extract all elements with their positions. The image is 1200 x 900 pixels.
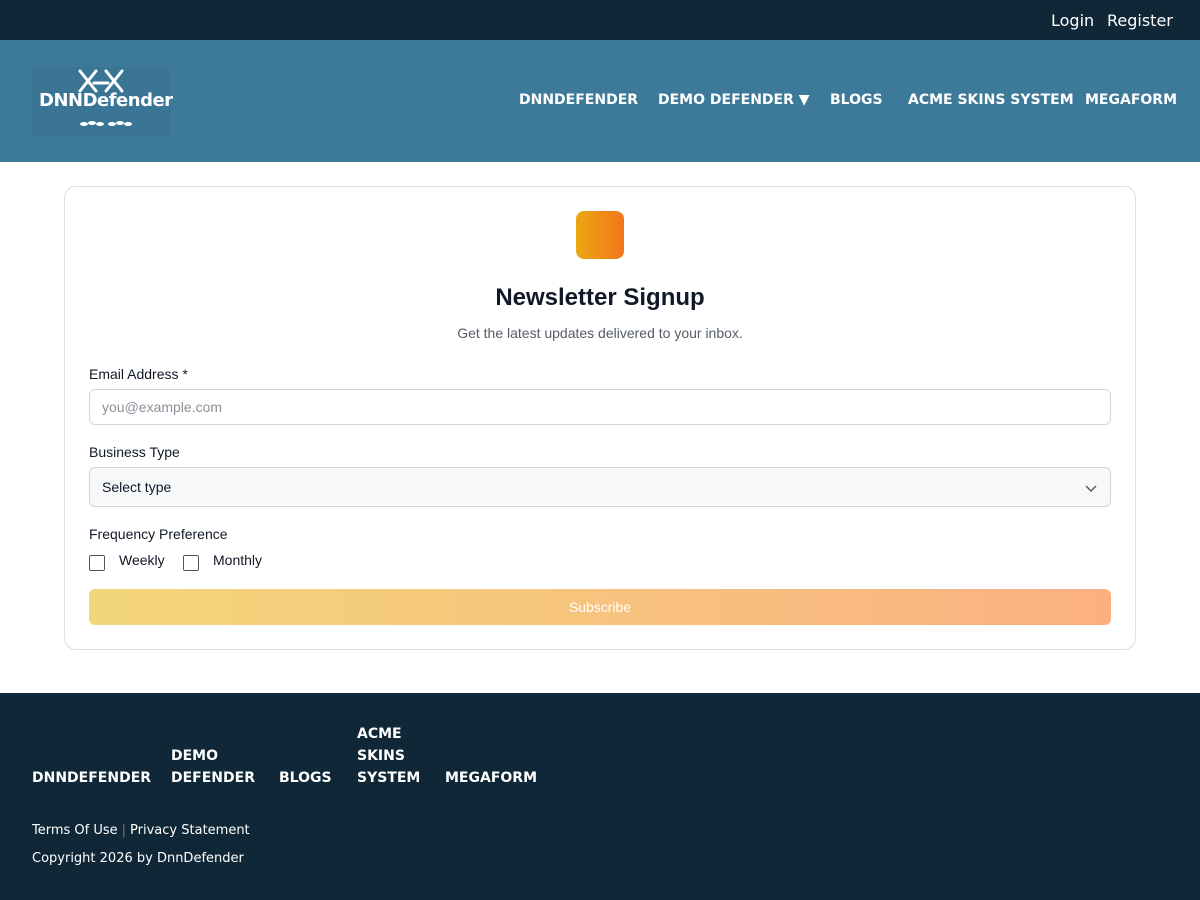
nav-demo-defender[interactable]: DEMO DEFENDER ▼ <box>658 92 810 108</box>
business-type-select[interactable]: Select type <box>89 467 1111 507</box>
frequency-label: Frequency Preference <box>89 526 228 542</box>
signup-card: Newsletter Signup Get the latest updates… <box>64 186 1136 650</box>
form-title: Newsletter Signup <box>495 284 705 311</box>
weekly-checkbox[interactable] <box>89 555 105 571</box>
logo-text: DNNDefender <box>39 90 173 111</box>
monthly-checkbox[interactable] <box>183 555 199 571</box>
top-bar: Login Register <box>0 0 1200 40</box>
footer-nav-demo-defender[interactable]: DEMO DEFENDER <box>171 745 261 789</box>
nav-dnndefender[interactable]: DNNDEFENDER <box>519 92 638 108</box>
laurel-icon <box>80 121 132 126</box>
business-type-label: Business Type <box>89 444 180 460</box>
terms-link[interactable]: Terms Of Use <box>32 823 118 838</box>
site-footer: DNNDEFENDER DEMO DEFENDER BLOGS ACME SKI… <box>0 693 1200 900</box>
email-label: Email Address * <box>89 366 188 382</box>
business-type-value: Select type <box>102 479 172 495</box>
footer-separator: | <box>121 823 127 838</box>
site-logo[interactable]: DNNDefender <box>32 67 173 136</box>
footer-nav-dnndefender[interactable]: DNNDEFENDER <box>32 767 151 789</box>
footer-nav-blogs[interactable]: BLOGS <box>279 767 332 789</box>
form-badge-icon <box>576 211 624 259</box>
subscribe-button[interactable]: Subscribe <box>89 589 1111 625</box>
nav-blogs[interactable]: BLOGS <box>830 92 883 108</box>
privacy-link[interactable]: Privacy Statement <box>130 823 250 838</box>
copyright-text: Copyright 2026 by DnnDefender <box>32 851 244 866</box>
monthly-checkbox-label[interactable]: Monthly <box>213 552 262 568</box>
site-header: DNNDefender DNNDEFENDER DEMO DEFENDER ▼ … <box>0 40 1200 162</box>
form-subtitle: Get the latest updates delivered to your… <box>457 325 743 341</box>
nav-megaform[interactable]: MEGAFORM <box>1085 92 1177 108</box>
nav-acme-skins-system[interactable]: ACME SKINS SYSTEM <box>908 92 1074 108</box>
login-link[interactable]: Login <box>1051 11 1094 30</box>
weekly-checkbox-label[interactable]: Weekly <box>119 552 165 568</box>
footer-links: Terms Of Use | Privacy Statement <box>32 823 250 838</box>
footer-nav-acme-skins-system[interactable]: ACME SKINS SYSTEM <box>357 723 420 789</box>
register-link[interactable]: Register <box>1107 11 1173 30</box>
email-input[interactable] <box>89 389 1111 425</box>
footer-nav-megaform[interactable]: MEGAFORM <box>445 767 537 789</box>
chevron-down-icon <box>1085 485 1097 492</box>
